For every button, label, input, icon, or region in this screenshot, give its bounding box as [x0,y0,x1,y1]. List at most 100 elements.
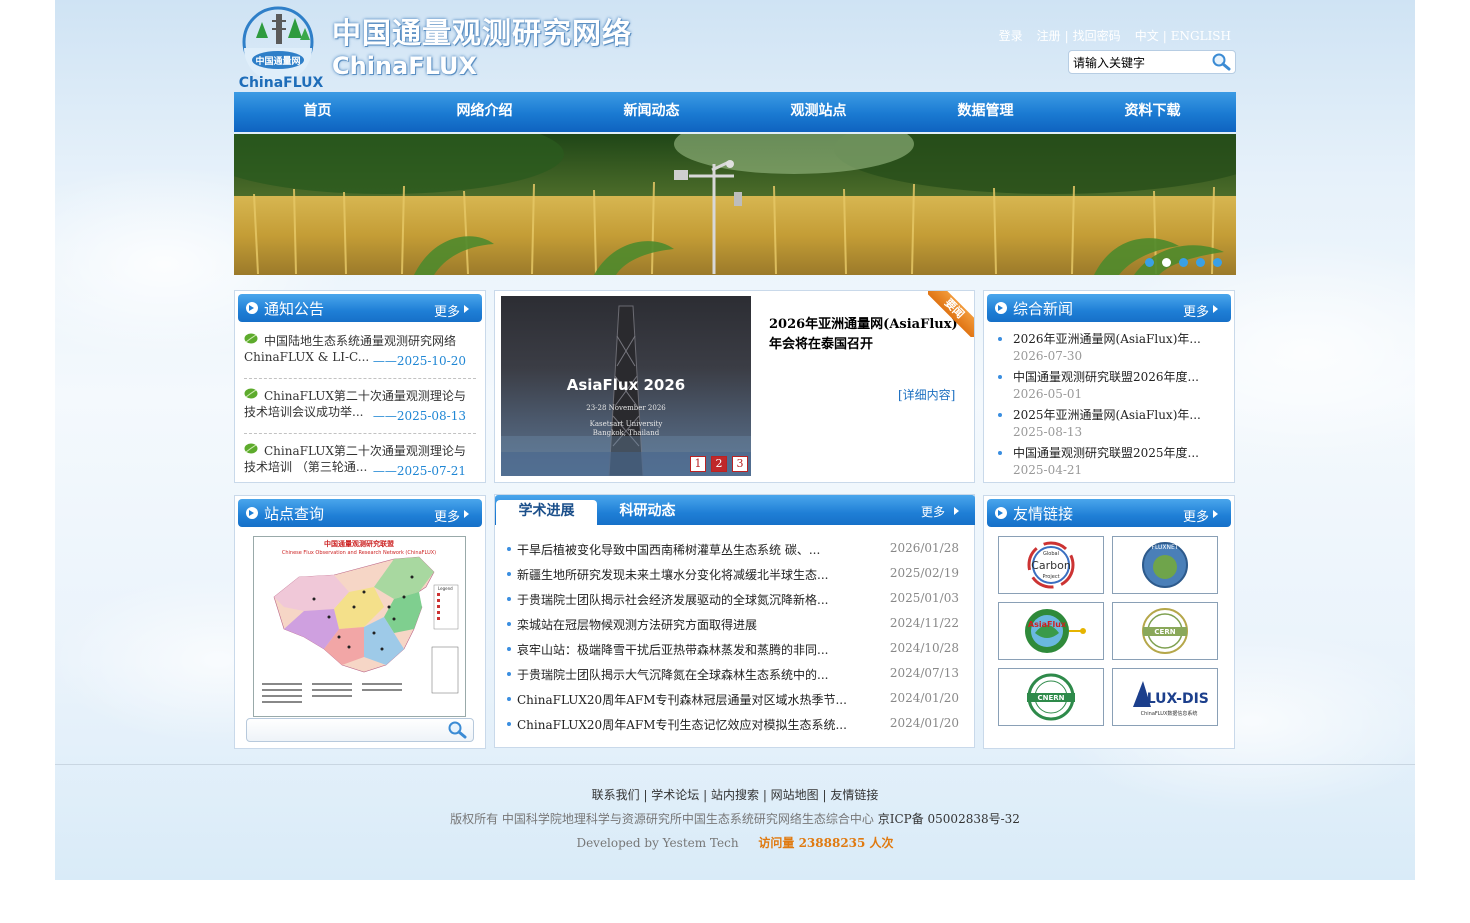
link-flux-dis[interactable]: FLUX-DIS ChinaFLUX数据信息系统 [1112,668,1218,726]
station-map[interactable]: 中国通量观测研究联盟 Chinese Flux Observation and … [253,536,466,717]
academic-item[interactable]: 干旱后植被变化导致中国西南稀树灌草丛生态系统 碳、... 2026/01/28 [507,540,959,558]
nav-news[interactable]: 新闻动态 [568,92,735,132]
news-item-title[interactable]: 2026年亚洲通量网(AsiaFlux)年... [1013,331,1201,347]
academic-item-title[interactable]: 干旱后植被变化导致中国西南稀树灌草丛生态系统 碳、... [517,541,820,558]
academic-more-link[interactable]: 更多 [921,503,945,520]
academic-item[interactable]: 哀牢山站：极端降雪干扰后亚热带森林蒸发和蒸腾的非同... 2024/10/28 [507,640,959,658]
link-cern[interactable]: CERN [1112,602,1218,660]
main-nav: 首页 网络介绍 新闻动态 观测站点 数据管理 资料下载 [234,92,1236,132]
featured-image-venue: Kasetsart University [589,420,663,428]
academic-item-title[interactable]: ChinaFLUX20周年AFM专刊生态记忆效应对模拟生态系统... [517,716,847,733]
nav-network-intro[interactable]: 网络介绍 [401,92,568,132]
forgot-password-link[interactable]: 找回密码 [1073,29,1121,43]
tab-academic-progress[interactable]: 学术进展 [496,500,597,525]
notice-item[interactable]: ChinaFLUX第二十次通量观测理论与技术培训 （第三轮通... ——2025… [244,441,476,489]
chevron-right-icon [954,507,959,515]
academic-item[interactable]: ChinaFLUX20周年AFM专刊森林冠层通量对区域水热季节... 2024/… [507,690,959,708]
banner-dot-5[interactable] [1213,258,1222,267]
banner-dot-1[interactable] [1145,258,1154,267]
notice-more-link[interactable]: 更多 [434,301,460,320]
banner-dot-4[interactable] [1196,258,1205,267]
station-search-box [246,718,474,742]
academic-item[interactable]: 栾城站在冠层物候观测方法研究方面取得进展 2024/11/22 [507,615,959,633]
footer-divider [55,764,1415,765]
academic-item-title[interactable]: ChinaFLUX20周年AFM专刊森林冠层通量对区域水热季节... [517,691,847,708]
notice-item[interactable]: ChinaFLUX第二十次通量观测理论与技术培训会议成功举... ——2025-… [244,386,476,434]
top-links: 登录 注册 | 找回密码 中文 | ENGLISH [999,27,1231,44]
news-item-date: 2026-05-01 [1013,387,1083,401]
station-panel-header: 站点查询 更多 [238,499,482,527]
academic-item[interactable]: 新疆生地所研究发现未来土壤水分变化将减缓北半球生态... 2025/02/19 [507,565,959,583]
bullet-icon [507,647,511,651]
nav-home[interactable]: 首页 [234,92,401,132]
station-title: 站点查询 [264,505,325,523]
academic-item-date: 2024/01/20 [889,716,959,730]
footer-forum-link[interactable]: 学术论坛 [651,788,699,802]
footer-search-link[interactable]: 站内搜索 [711,788,759,802]
hero-banner[interactable] [234,134,1236,275]
nav-stations[interactable]: 观测站点 [735,92,902,132]
cnern-logo: CNERN [1027,673,1075,721]
academic-item-title[interactable]: 于贵瑞院士团队揭示社会经济发展驱动的全球氮沉降新格... [517,591,828,608]
global-carbon-logo: Global Carbon Project [1027,541,1075,589]
map-legend-label: Legend [438,586,453,591]
arrow-circle-icon [995,507,1007,519]
station-search-input[interactable] [253,723,433,737]
banner-pager [1145,258,1222,267]
featured-image-date: 23-28 November 2026 [586,404,666,412]
academic-item-title[interactable]: 于贵瑞院士团队揭示大气沉降氮在全球森林生态系统中的... [517,666,828,683]
chinaflux-logo[interactable]: 中国通量网 ChinaFLUX [238,4,326,90]
news-item-title[interactable]: 中国通量观测研究联盟2026年度... [1013,369,1199,385]
notice-item[interactable]: 中国陆地生态系统通量观测研究网络ChinaFLUX & LI-C... ——20… [244,331,476,379]
footer-icp-link[interactable]: 京ICP备 05002838号-32 [878,812,1020,826]
lang-cn-link[interactable]: 中文 [1135,29,1159,43]
lang-en-link[interactable]: ENGLISH [1171,29,1231,43]
notice-title: 通知公告 [264,300,325,318]
academic-item-title[interactable]: 哀牢山站：极端降雪干扰后亚热带森林蒸发和蒸腾的非同... [517,641,828,658]
academic-item-title[interactable]: 新疆生地所研究发现未来土壤水分变化将减缓北半球生态... [517,566,828,583]
featured-image-city: Bangkok, Thailand [592,429,660,437]
tab-research-news[interactable]: 科研动态 [597,500,698,525]
featured-image[interactable]: AsiaFlux 2026 23-28 November 2026 Kasets… [501,296,751,476]
news-item-title[interactable]: 2025年亚洲通量网(AsiaFlux)年... [1013,407,1201,423]
nav-data-management[interactable]: 数据管理 [902,92,1069,132]
news-title: 综合新闻 [1013,300,1074,318]
featured-page-1[interactable]: 1 [690,456,706,472]
academic-item-title[interactable]: 栾城站在冠层物候观测方法研究方面取得进展 [517,616,757,633]
site-search-box [1068,50,1236,74]
footer-sitemap-link[interactable]: 网站地图 [771,788,819,802]
featured-page-3[interactable]: 3 [732,456,748,472]
footer-contact-link[interactable]: 联系我们 [592,788,640,802]
bullet-icon [998,337,1002,341]
academic-item[interactable]: 于贵瑞院士团队揭示社会经济发展驱动的全球氮沉降新格... 2025/01/03 [507,590,959,608]
link-asiaflux[interactable]: AsiaFlux [998,602,1104,660]
featured-page-2[interactable]: 2 [711,456,727,472]
academic-item[interactable]: ChinaFLUX20周年AFM专刊生态记忆效应对模拟生态系统... 2024/… [507,715,959,733]
banner-dot-3[interactable] [1179,258,1188,267]
register-link[interactable]: 注册 [1037,29,1061,43]
login-link[interactable]: 登录 [999,29,1023,43]
site-search-input[interactable] [1073,54,1209,70]
search-icon[interactable] [447,721,467,739]
news-more-link[interactable]: 更多 [1183,301,1209,320]
logo-text: ChinaFLUX [239,75,324,90]
bullet-icon [507,547,511,551]
news-item-title[interactable]: 中国通量观测研究联盟2025年度... [1013,445,1199,461]
notice-panel-header: 通知公告 更多 [238,294,482,322]
links-more-link[interactable]: 更多 [1183,506,1209,525]
academic-item[interactable]: 于贵瑞院士团队揭示大气沉降氮在全球森林生态系统中的... 2024/07/13 [507,665,959,683]
bullet-icon [507,672,511,676]
footer-friend-links[interactable]: 友情链接 [830,788,878,802]
search-icon[interactable] [1211,53,1231,71]
news-panel: 综合新闻 更多 2026年亚洲通量网(AsiaFlux)年... 2026-07… [983,290,1235,483]
link-cnern[interactable]: CNERN [998,668,1104,726]
bullet-icon [998,451,1002,455]
notice-item-date: ——2025-07-21 [372,464,466,478]
nav-downloads[interactable]: 资料下载 [1069,92,1236,132]
link-global-carbon-project[interactable]: Global Carbon Project [998,536,1104,594]
station-more-link[interactable]: 更多 [434,506,460,525]
link-fluxnet[interactable]: FLUXNET [1112,536,1218,594]
featured-detail-link[interactable]: [详细内容] [898,386,955,403]
banner-dot-2[interactable] [1162,258,1171,267]
fluxnet-logo: FLUXNET [1142,542,1188,588]
